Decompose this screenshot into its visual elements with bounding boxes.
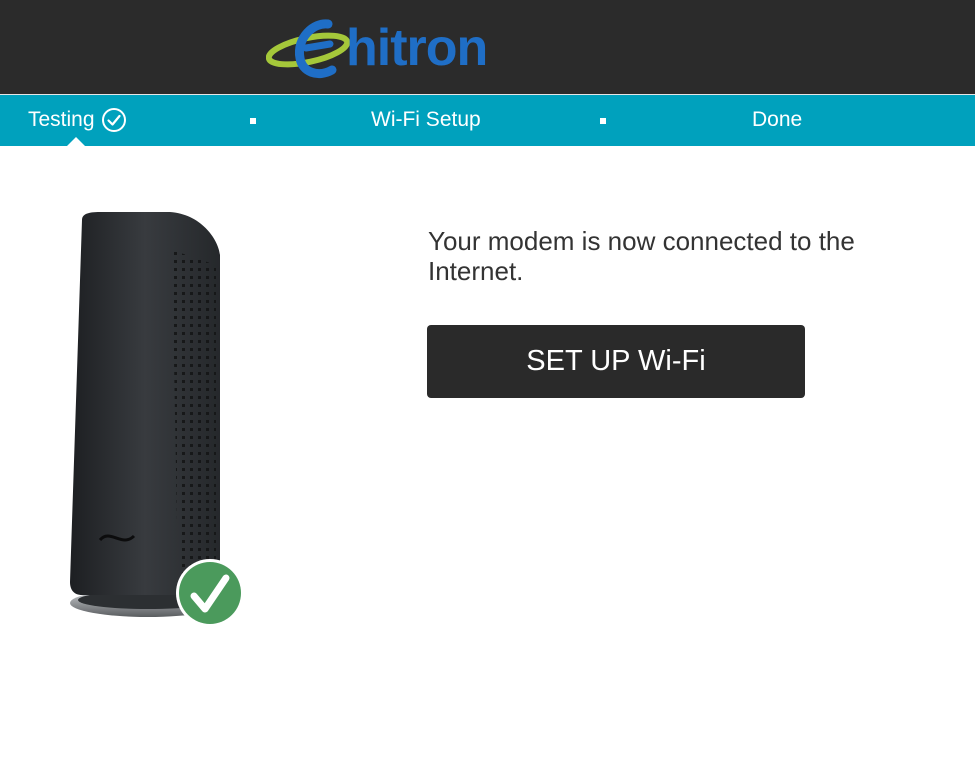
step-done-label: Done — [752, 108, 803, 131]
active-step-pointer — [66, 137, 86, 147]
brand-swoosh-icon — [266, 19, 351, 78]
step-wifi-setup: Wi-Fi Setup — [371, 107, 481, 133]
brand-logo: hitron — [266, 18, 516, 78]
brand-wordmark: hitron — [346, 19, 488, 77]
connection-status-message: Your modem is now connected to the Inter… — [428, 226, 855, 286]
step-separator — [250, 118, 256, 124]
step-testing-label: Testing — [28, 108, 95, 131]
set-up-wifi-button[interactable]: SET UP Wi-Fi — [427, 325, 805, 398]
step-wifi-setup-label: Wi-Fi Setup — [371, 108, 481, 131]
header-bar: hitron — [0, 0, 975, 95]
setup-step-bar: Testing Wi-Fi Setup Done — [0, 95, 975, 146]
step-done: Done — [752, 107, 802, 133]
modem-illustration — [60, 210, 250, 635]
check-circle-icon — [101, 108, 126, 132]
step-testing: Testing — [28, 107, 127, 133]
step-separator — [600, 118, 606, 124]
